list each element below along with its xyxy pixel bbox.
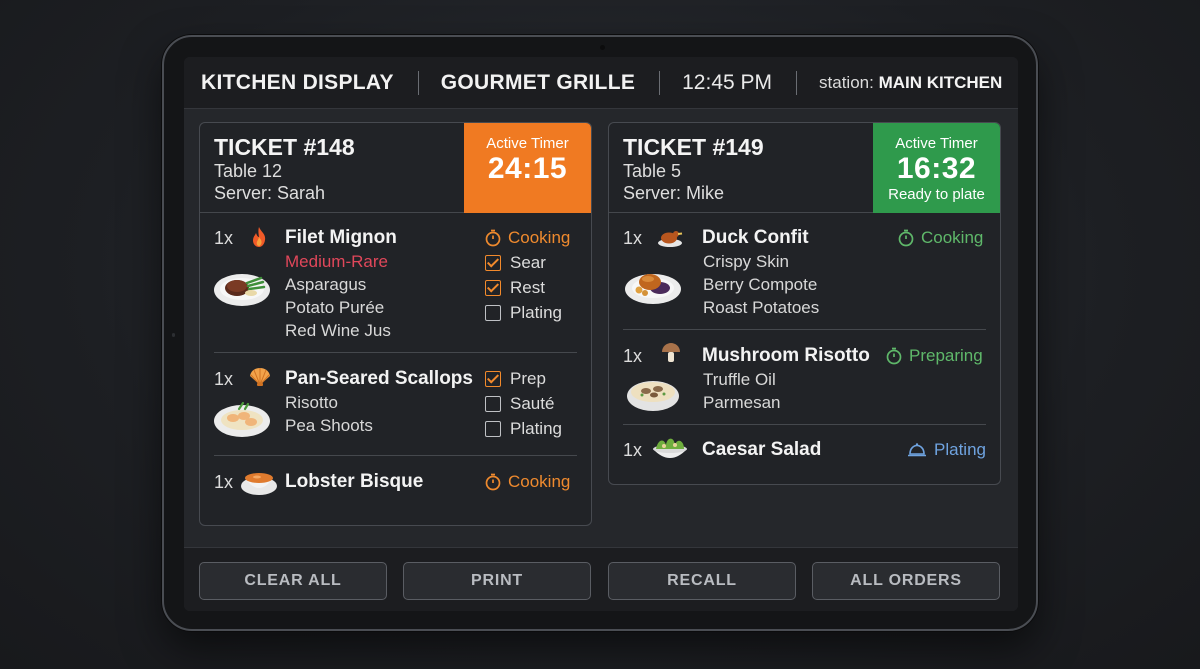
item-name: Mushroom Risotto [702,345,870,366]
item-quantity: 1x [214,472,234,492]
duck-plate-icon [625,274,681,304]
flame-icon [249,226,269,251]
timer-label: Active Timer [486,135,569,152]
item-modifier: Truffle Oil [703,370,776,389]
mushroom-icon [662,343,680,362]
soup-bowl-icon [241,473,277,495]
item-quantity: 1x [623,346,643,366]
ticket-header: TICKET #149 Table 5 Server: Mike Active … [609,123,1000,213]
item-modifier: Berry Compote [703,275,818,294]
step-checkbox-saute[interactable]: Sauté [485,394,554,414]
station-indicator: station: MAIN KITCHEN [819,73,1002,93]
header-divider [796,70,798,95]
item-status: Cooking [485,472,570,492]
kitchen-display-screen: KITCHEN DISPLAY GOURMET GRILLE 12:45 PM … [184,57,1018,611]
order-item[interactable]: 1x Lobster Bisque Cooking [200,456,591,516]
order-item[interactable]: 1x Mushroom Risotto Truffle Oil Parmesan [609,330,1000,424]
server-name: Server: Sarah [214,183,326,203]
recall-button[interactable]: RECALL [608,562,796,600]
item-status: Cooking [898,228,983,248]
item-modifier: Asparagus [285,275,367,294]
station-value: MAIN KITCHEN [878,72,1003,92]
ticket-card-149[interactable]: TICKET #149 Table 5 Server: Mike Active … [608,122,1001,485]
step-checkbox-prep[interactable]: Prep [485,369,546,389]
order-item[interactable]: 1x Caesar Salad Plating [609,425,1000,483]
ticket-number: TICKET #148 [214,134,355,160]
item-status: Preparing [886,346,983,366]
timer-note: Ready to plate [888,186,985,203]
tablet-frame: KITCHEN DISPLAY GOURMET GRILLE 12:45 PM … [162,35,1038,631]
print-button[interactable]: PRINT [403,562,591,600]
order-item[interactable]: 1x Pan-Seared Scallops Risotto Pea Shoot… [200,353,591,455]
restaurant-name: GOURMET GRILLE [440,70,636,94]
step-checkbox-plating[interactable]: Plating [485,303,562,323]
item-modifier: Medium-Rare [285,252,388,271]
item-name: Lobster Bisque [285,471,424,492]
station-label: station: [819,72,874,92]
item-modifier: Red Wine Jus [285,321,391,340]
order-item[interactable]: 1x Duck Confit Crispy Skin Berry Compote… [609,214,1000,330]
timer-label: Active Timer [895,135,978,152]
item-modifier: Pea Shoots [285,416,373,435]
footer-bar: CLEAR ALL PRINT RECALL ALL ORDERS [184,547,1018,611]
active-timer: Active Timer 16:32 Ready to plate [873,123,1000,213]
item-status: Plating [907,440,986,460]
server-name: Server: Mike [623,183,725,203]
table-number: Table 12 [214,161,283,181]
side-sensor [172,333,175,337]
roast-duck-icon [658,231,683,247]
item-name: Caesar Salad [702,439,822,460]
header-divider [417,70,419,95]
ticket-card-148[interactable]: TICKET #148 Table 12 Server: Sarah Activ… [199,122,592,526]
step-checkbox-rest[interactable]: Rest [485,278,545,298]
step-checkbox-sear[interactable]: Sear [485,253,546,273]
clock-time: 12:45 PM [682,70,773,94]
scallops-plate-icon [214,401,270,437]
timer-value: 16:32 [896,152,977,185]
item-name: Filet Mignon [285,227,397,248]
item-modifier: Risotto [285,393,338,412]
item-quantity: 1x [623,440,643,460]
timer-icon [485,473,501,491]
order-item[interactable]: 1x Filet Mignon Medium-Rare Asparagus Po… [200,214,591,354]
ticket-number: TICKET #149 [623,134,764,160]
risotto-bowl-icon [627,381,679,411]
timer-icon [886,347,902,365]
step-checkbox-plating[interactable]: Plating [485,419,562,439]
header-bar: KITCHEN DISPLAY GOURMET GRILLE 12:45 PM … [184,57,1018,109]
item-modifier: Parmesan [703,393,781,412]
active-timer: Active Timer 24:15 [464,123,591,213]
app-title: KITCHEN DISPLAY [201,70,394,94]
item-modifier: Crispy Skin [703,252,789,271]
item-modifier: Potato Purée [285,298,385,317]
clear-all-button[interactable]: CLEAR ALL [199,562,387,600]
scallop-shell-icon [248,367,272,390]
all-orders-button[interactable]: ALL ORDERS [812,562,1000,600]
item-status: Cooking [485,228,570,248]
timer-value: 24:15 [487,152,568,185]
item-quantity: 1x [623,228,643,248]
cloche-icon [908,443,926,457]
timer-icon [898,229,914,247]
salad-bowl-icon [653,438,687,458]
item-name: Duck Confit [702,227,809,248]
camera-dot [600,45,605,50]
item-name: Pan-Seared Scallops [285,368,473,389]
item-modifier: Roast Potatoes [703,298,820,317]
steak-plate-icon [214,274,270,306]
header-divider [659,70,661,95]
item-quantity: 1x [214,369,234,389]
table-number: Table 5 [623,161,682,181]
timer-icon [485,229,501,247]
item-quantity: 1x [214,228,234,248]
ticket-header: TICKET #148 Table 12 Server: Sarah Activ… [200,123,591,213]
